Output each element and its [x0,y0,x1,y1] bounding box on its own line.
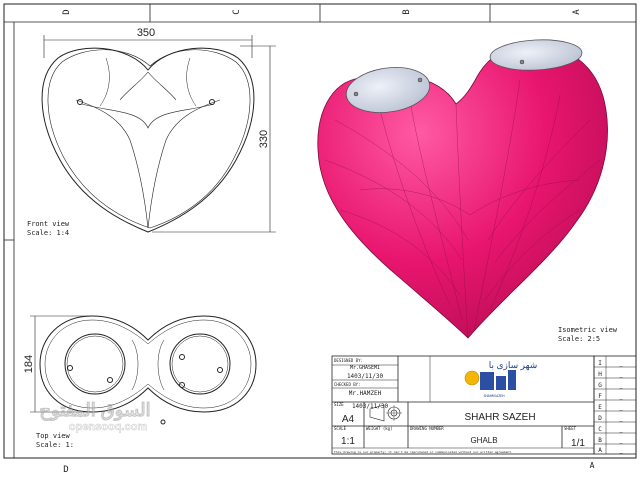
scale-label: SCALE [334,426,347,431]
company-name: SHAHR SAZEH [464,412,535,423]
revision-mark: _ [619,426,623,433]
revision-row-letter: E [598,404,602,411]
zone-label: B [402,9,412,14]
isometric-view [317,39,608,339]
front-dimensions [43,35,276,233]
sheet-size: A4 [342,414,355,425]
drawing-number-label: DRAWING NUMBER [410,426,444,431]
iso-view-label: Isometric view [558,326,618,334]
zone-label: A [572,9,582,15]
revision-mark: _ [619,360,623,367]
dim-height-value: 330 [258,130,270,148]
revision-mark: _ [619,415,623,422]
revision-row-letter: C [598,426,602,433]
weight-label: WEIGHT (kg) [366,426,393,431]
logo-text: شهر سازی با [489,360,538,371]
bolt-hole [107,377,113,383]
revision-row-letter: I [598,360,602,367]
revision-row-letter: H [598,371,602,378]
revision-row-letter: F [598,393,602,400]
checked-by-label: CHECKED BY: [334,382,361,387]
front-view-label: Front view [27,220,70,228]
top-seam [157,339,165,391]
revision-mark: _ [619,393,623,400]
front-seam [81,103,215,129]
drawing-scale: 1:1 [341,436,355,447]
bolt-hole [179,354,185,360]
sheet-label: SHEET [564,426,577,431]
watermark: السوق المفتوح opensooq.com [39,400,151,434]
design-date: 1403/11/30 [347,373,384,380]
top-seam [131,339,139,391]
revision-row-letter: A [598,447,602,454]
bolt-hole [217,367,223,373]
sheet-number: 1/1 [571,438,585,449]
zone-label: C [232,9,242,14]
heart-front-offset [47,49,251,229]
designed-by: Mr.GHASEMI [350,365,380,371]
drawing-sheet: D C B A D A 350 330 Front view Scale: 1:… [0,0,640,480]
top-outline-offset [44,319,252,409]
watermark-arabic: السوق المفتوح [39,400,150,421]
revision-row-letter: D [598,415,602,422]
top-view-scale: Scale: 1: [36,441,74,449]
heart-front-outline [41,47,255,233]
top-view-label: Top view [36,432,71,440]
dim-width-value: 350 [137,27,155,39]
top-cap-left [64,333,126,395]
front-seam [99,57,110,107]
revision-mark: _ [619,404,623,411]
watermark-latin: opensooq.com [69,421,147,433]
revision-row-letter: B [598,437,602,444]
zone-label: D [62,9,72,14]
front-view [41,47,255,233]
copyright-notice: This drawing is our property; it can't b… [334,450,513,454]
front-seam [186,57,197,107]
dim-top-height-value: 184 [23,355,35,373]
revision-mark: _ [619,371,623,378]
bolt-hole [353,91,359,97]
bolt-hole [519,59,525,65]
bolt-hole [160,419,166,425]
revision-mark: _ [619,447,623,454]
top-outline [39,315,257,413]
revision-mark: _ [619,382,623,389]
iso-view-scale: Scale: 2:5 [558,335,600,343]
front-seam [119,71,149,101]
zone-label: D [63,465,68,475]
front-seam [75,99,149,229]
front-seam [147,71,177,101]
front-view-scale: Scale: 1:4 [27,229,69,237]
logo-subtext: SHAHRSAZEH [483,394,504,398]
zone-label: A [590,461,595,470]
front-seam [147,99,221,229]
designed-by-label: DESIGNED BY: [334,358,363,363]
size-label: SIZE [334,402,344,407]
bolt-hole [67,365,73,371]
top-cap-left-inner [66,335,124,393]
revision-row-letter: G [598,382,602,389]
drawing-canvas: D C B A D A 350 330 Front view Scale: 1:… [3,3,637,475]
revision-mark: _ [619,437,623,444]
bolt-hole [179,382,185,388]
bolt-hole [417,77,423,83]
checked-by: Mr.HAMZEH [349,390,382,397]
drawing-number: GHALB [470,436,497,445]
